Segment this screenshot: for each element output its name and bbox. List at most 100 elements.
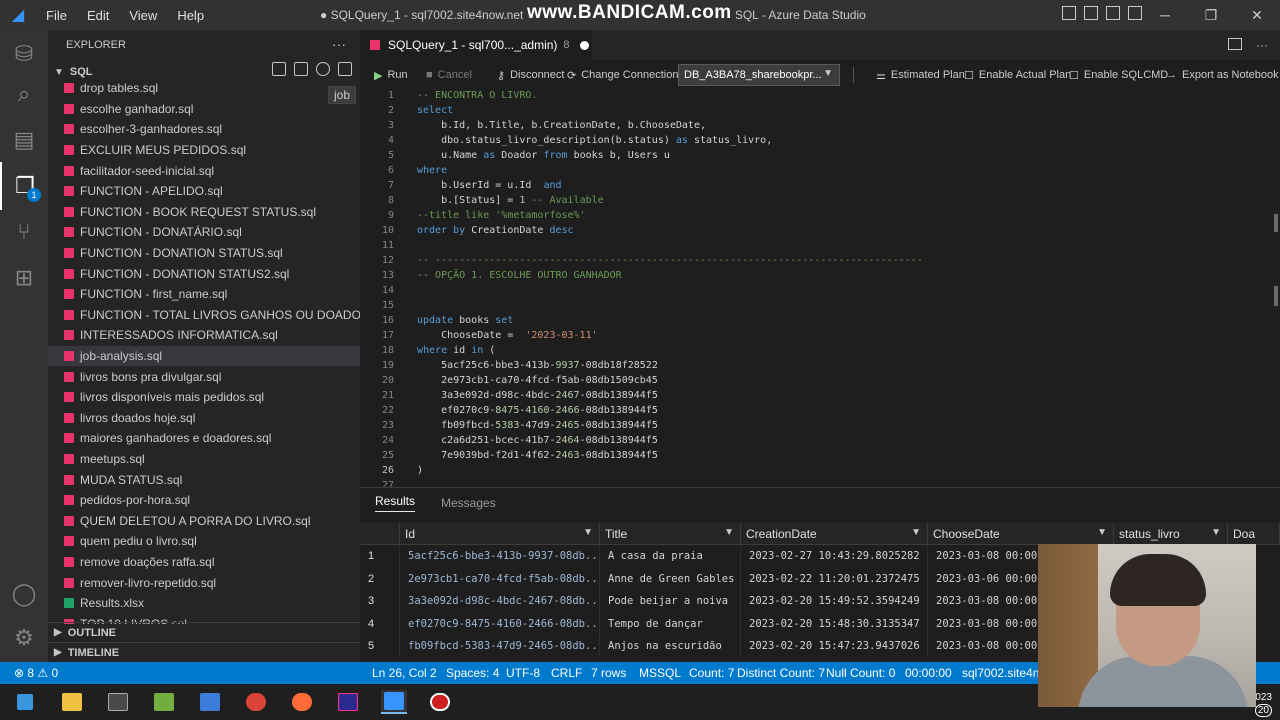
tab-sqlquery-1[interactable]: SQLQuery_1 - sql700..._admin) 8 <box>360 30 592 60</box>
file-item[interactable]: escolher-3-ganhadores.sql <box>48 119 360 140</box>
postman-icon[interactable] <box>289 690 315 714</box>
table-cell[interactable]: ef0270c9-8475-4160-2466-08db... <box>400 612 600 635</box>
file-item[interactable]: drop tables.sql <box>48 78 360 99</box>
notepad-icon[interactable] <box>151 690 177 714</box>
row-number[interactable]: 1 <box>360 545 400 568</box>
file-item[interactable]: FUNCTION - BOOK REQUEST STATUS.sql <box>48 202 360 223</box>
column-filter-icon[interactable]: ▼ <box>1211 527 1221 538</box>
table-cell[interactable]: 2e973cb1-ca70-4fcd-f5ab-08db... <box>400 567 600 590</box>
row-number[interactable]: 4 <box>360 612 400 635</box>
file-item[interactable]: INTERESSADOS INFORMATICA.sql <box>48 325 360 346</box>
more-actions-icon[interactable]: ··· <box>332 36 346 52</box>
row-number[interactable]: 3 <box>360 590 400 613</box>
column-filter-icon[interactable]: ▼ <box>911 527 921 538</box>
minimize-icon[interactable]: ─ <box>1142 0 1188 30</box>
indentation[interactable]: Spaces: 4 <box>446 662 499 684</box>
table-cell[interactable]: 2023-02-20 15:48:30.3135347 <box>741 612 928 635</box>
table-cell[interactable]: 2023-02-20 15:49:52.3594249 <box>741 590 928 613</box>
file-item[interactable]: FUNCTION - DONATION STATUS.sql <box>48 243 360 264</box>
file-item[interactable]: facilitador-seed-inicial.sql <box>48 160 360 181</box>
toggle-panel-icon[interactable] <box>1084 6 1098 20</box>
menu-edit[interactable]: Edit <box>77 8 119 23</box>
split-editor-icon[interactable] <box>1228 38 1242 50</box>
file-item[interactable]: FUNCTION - TOTAL LIVROS GANHOS OU DOADOS… <box>48 305 360 326</box>
restore-icon[interactable]: ❐ <box>1188 0 1234 30</box>
table-cell[interactable]: Anjos na escuridão <box>600 635 741 658</box>
column-filter-icon[interactable]: ▼ <box>724 527 734 538</box>
file-item[interactable]: EXCLUIR MEUS PEDIDOS.sql <box>48 140 360 161</box>
export-notebook-button[interactable]: → Export as Notebook <box>1166 60 1279 90</box>
settings-gear-icon[interactable]: ⚙ <box>0 614 48 662</box>
file-item[interactable]: livros disponíveis mais pedidos.sql <box>48 387 360 408</box>
file-item[interactable]: FUNCTION - first_name.sql <box>48 284 360 305</box>
cursor-position[interactable]: Ln 26, Col 2 <box>372 662 437 684</box>
timeline-section[interactable]: ▶ TIMELINE <box>48 642 360 662</box>
file-item[interactable]: FUNCTION - DONATÁRIO.sql <box>48 222 360 243</box>
chrome-icon[interactable] <box>243 690 269 714</box>
file-item[interactable]: MUDA STATUS.sql <box>48 469 360 490</box>
row-number[interactable]: 5 <box>360 635 400 658</box>
change-connection-button[interactable]: ⟳ Change Connection <box>567 60 678 90</box>
menu-view[interactable]: View <box>119 8 167 23</box>
column-header[interactable]: Doa <box>1228 523 1280 545</box>
notification-count[interactable]: 20 <box>1254 704 1272 717</box>
calculator-icon[interactable] <box>197 690 223 714</box>
file-item[interactable]: remover-livro-repetido.sql <box>48 572 360 593</box>
disconnect-button[interactable]: ⚷ Disconnect <box>497 60 564 90</box>
table-cell[interactable]: 5acf25c6-bbe3-413b-9937-08db... <box>400 545 600 568</box>
file-item[interactable]: FUNCTION - DONATION STATUS2.sql <box>48 263 360 284</box>
table-cell[interactable]: A casa da praia <box>600 545 741 568</box>
code-editor[interactable]: 1 -- ENCONTRA O LIVRO. 2 select 3 b.Id, b.Ti… <box>360 90 1280 517</box>
azure-data-studio-taskbar-icon[interactable] <box>381 690 407 714</box>
cancel-button[interactable]: ■ Cancel <box>426 60 472 90</box>
account-icon[interactable]: ◯ <box>0 570 48 618</box>
column-header[interactable]: ChooseDate ▼ <box>928 523 1114 545</box>
table-cell[interactable]: Pode beijar a noiva <box>600 590 741 613</box>
estimated-plan-button[interactable]: ⚌ Estimated Plan <box>876 60 965 90</box>
table-cell[interactable]: 2023-02-20 15:47:23.9437026 <box>741 635 928 658</box>
windows-start-icon[interactable] <box>12 690 38 714</box>
file-item[interactable]: FUNCTION - APELIDO.sql <box>48 181 360 202</box>
database-dropdown[interactable]: DB_A3BA78_sharebookpr... ▼ <box>678 64 840 86</box>
table-cell[interactable]: fb09fbcd-5383-47d9-2465-08db... <box>400 635 600 658</box>
unsaved-dot-icon[interactable] <box>579 40 589 50</box>
problems-indicator[interactable]: ⊗ 8 ⚠ 0 <box>14 662 58 684</box>
line-ending[interactable]: CRLF <box>551 662 582 684</box>
new-file-icon[interactable] <box>272 62 286 76</box>
file-explorer-icon[interactable] <box>59 690 85 714</box>
bandicam-record-icon[interactable] <box>427 690 453 714</box>
enable-sqlcmd-button[interactable]: ☐ Enable SQLCMD <box>1069 60 1168 90</box>
source-control-icon[interactable]: ⑂ <box>0 208 48 256</box>
file-item[interactable]: Results.xlsx <box>48 593 360 614</box>
table-cell[interactable]: 2023-02-27 10:43:29.8025282 <box>741 545 928 568</box>
refresh-icon[interactable] <box>316 62 330 76</box>
file-item[interactable]: escolhe ganhador.sql <box>48 99 360 120</box>
menu-file[interactable]: File <box>36 8 77 23</box>
jetbrains-icon[interactable] <box>335 690 361 714</box>
table-cell[interactable]: 3a3e092d-d98c-4bdc-2467-08db... <box>400 590 600 613</box>
file-item[interactable]: remove doações raffa.sql <box>48 552 360 573</box>
search-icon[interactable]: ⌕ <box>0 70 48 118</box>
tab-results[interactable]: Results <box>375 494 416 512</box>
menu-help[interactable]: Help <box>167 8 214 23</box>
customize-layout-icon[interactable] <box>1128 6 1142 20</box>
new-folder-icon[interactable] <box>294 62 308 76</box>
column-header[interactable]: Id ▼ <box>400 523 600 545</box>
outline-section[interactable]: ▶ OUTLINE <box>48 622 360 642</box>
column-header[interactable]: status_livro ▼ <box>1114 523 1228 545</box>
terminal-icon[interactable] <box>105 690 131 714</box>
explorer-icon[interactable]: ❐ <box>0 162 48 210</box>
file-item[interactable]: livros bons pra divulgar.sql <box>48 366 360 387</box>
toggle-secondary-sidebar-icon[interactable] <box>1106 6 1120 20</box>
column-filter-icon[interactable]: ▼ <box>583 527 593 538</box>
file-item[interactable]: maiores ganhadores e doadores.sql <box>48 428 360 449</box>
row-number[interactable]: 2 <box>360 567 400 590</box>
table-cell[interactable]: 2023-02-22 11:20:01.2372475 <box>741 567 928 590</box>
encoding[interactable]: UTF-8 <box>506 662 540 684</box>
column-header[interactable]: CreationDate ▼ <box>741 523 928 545</box>
file-item[interactable]: pedidos-por-hora.sql <box>48 490 360 511</box>
file-item[interactable]: livros doados hoje.sql <box>48 408 360 429</box>
column-filter-icon[interactable]: ▼ <box>1097 527 1107 538</box>
notebooks-icon[interactable]: ▤ <box>0 116 48 164</box>
file-item[interactable]: quem pediu o livro.sql <box>48 531 360 552</box>
